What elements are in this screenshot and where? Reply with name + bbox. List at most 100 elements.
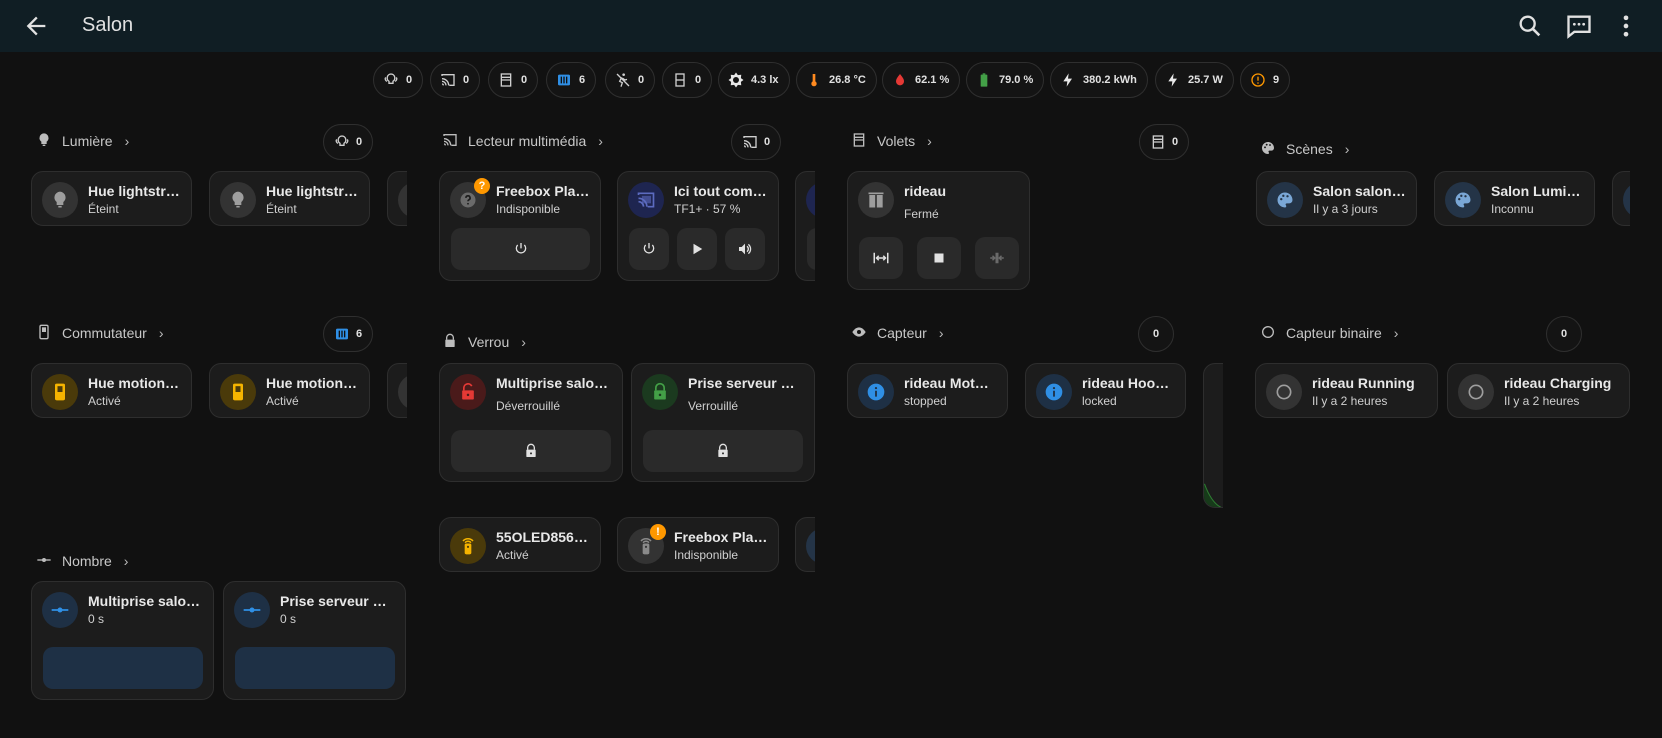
- card-state: Activé: [88, 394, 121, 408]
- remote-card[interactable]: ! Freebox Player Indisponible: [617, 517, 779, 572]
- card-name: Prise serveur Chambre: [688, 375, 804, 391]
- badge-media[interactable]: 0: [430, 62, 481, 98]
- cast-icon: [442, 132, 460, 150]
- information-icon: [858, 374, 894, 410]
- sensor-card[interactable]: rideau Motor State stopped: [847, 363, 1008, 418]
- remote-card[interactable]: 55OLED856/12 Activé: [439, 517, 601, 572]
- section-header-volets[interactable]: Volets ›: [851, 132, 932, 150]
- badge-value: 26.8 °C: [829, 74, 866, 86]
- section-header-media[interactable]: Lecteur multimédia ›: [442, 132, 603, 150]
- cast-connected-icon: [806, 182, 815, 218]
- power-button[interactable]: [807, 228, 815, 270]
- badge-covers[interactable]: 0: [488, 62, 539, 98]
- card-state: Fermé: [904, 207, 939, 221]
- badge-battery[interactable]: 79.0 %: [966, 62, 1045, 98]
- badge-lights[interactable]: 0: [373, 62, 424, 98]
- section-header-verrou[interactable]: Verrou ›: [442, 333, 526, 351]
- search-icon[interactable]: [1516, 12, 1544, 40]
- media-card-partial[interactable]: [795, 171, 815, 281]
- commutateur-count-badge[interactable]: 6: [323, 316, 374, 352]
- card-state: Verrouillé: [688, 399, 739, 413]
- badge-temperature[interactable]: 26.8 °C: [796, 62, 877, 98]
- switch-card-partial[interactable]: [387, 363, 407, 418]
- battery-icon: [975, 71, 993, 89]
- number-slider[interactable]: [43, 647, 203, 689]
- play-button[interactable]: [677, 228, 717, 270]
- badge-motion[interactable]: 0: [605, 62, 656, 98]
- badge-humidity[interactable]: 62.1 %: [882, 62, 961, 98]
- binaire-count-badge[interactable]: 0: [1546, 316, 1582, 352]
- light-card-partial[interactable]: [387, 171, 407, 226]
- card-name: Prise serveur Chambre: [280, 593, 395, 609]
- light-card[interactable]: Hue lightstrip plus Éteint: [209, 171, 370, 226]
- scene-card-partial[interactable]: [1612, 171, 1630, 226]
- power-button[interactable]: [451, 228, 590, 270]
- section-header-capteur[interactable]: Capteur ›: [851, 324, 943, 342]
- capteur-count-badge[interactable]: 0: [1138, 316, 1174, 352]
- number-card[interactable]: Prise serveur Chambre 0 s: [223, 581, 406, 700]
- badge-energy[interactable]: 380.2 kWh: [1050, 62, 1148, 98]
- stop-cover-button[interactable]: [917, 237, 961, 279]
- card-state: 0 s: [280, 612, 297, 626]
- badge-value: 0: [638, 74, 645, 86]
- sensor-card[interactable]: rideau Hooks State locked: [1025, 363, 1186, 418]
- card-state: Indisponible: [674, 548, 739, 562]
- card-name: Hue lightstrip plus: [266, 183, 359, 199]
- badge-value: 0: [521, 74, 528, 86]
- section-header-lumiere[interactable]: Lumière ›: [36, 132, 129, 150]
- section-header-binaire[interactable]: Capteur binaire ›: [1260, 324, 1398, 342]
- media-card[interactable]: Ici tout commence TF1+ · 57 %: [617, 171, 779, 281]
- media-count-badge[interactable]: 0: [731, 124, 782, 160]
- volume-button[interactable]: [725, 228, 765, 270]
- card-name: rideau Hooks State: [1082, 375, 1175, 391]
- more-vert-icon[interactable]: [1612, 12, 1640, 40]
- card-name: Ici tout commence: [674, 183, 768, 199]
- section-header-nombre[interactable]: Nombre ›: [36, 552, 128, 570]
- volets-count-badge[interactable]: 0: [1139, 124, 1190, 160]
- lumiere-count-badge[interactable]: 0: [323, 124, 374, 160]
- lock-card[interactable]: Prise serveur Chambre Verrouillé: [631, 363, 815, 482]
- chevron-right-icon: ›: [1393, 325, 1399, 341]
- badge-illuminance[interactable]: 4.3 lx: [718, 62, 790, 98]
- card-name: rideau Running: [1312, 375, 1415, 391]
- badge-power[interactable]: 25.7 W: [1155, 62, 1234, 98]
- power-button[interactable]: [629, 228, 669, 270]
- card-name: Salon salon exposition: [1313, 183, 1406, 199]
- bulb-icon: [398, 182, 407, 218]
- assist-chat-icon[interactable]: [1565, 12, 1593, 40]
- open-cover-button[interactable]: [859, 237, 903, 279]
- binary-sensor-card[interactable]: rideau Charging Il y a 2 heures: [1447, 363, 1630, 418]
- lock-card[interactable]: Multiprise salon Chambre Déverrouillé: [439, 363, 623, 482]
- scenes-cards-row: Salon salon exposition Il y a 3 jours Sa…: [1255, 170, 1630, 228]
- unlock-button[interactable]: [643, 430, 803, 472]
- light-card[interactable]: Hue lightstrip plus Éteint: [31, 171, 192, 226]
- section-title: Lumière: [62, 133, 113, 149]
- shutter-icon: [1150, 134, 1166, 150]
- switch-card[interactable]: Hue motion sensor Activé: [209, 363, 370, 418]
- scene-card[interactable]: Salon Lumineux Inconnu: [1434, 171, 1595, 226]
- card-name: rideau: [904, 183, 947, 199]
- media-card[interactable]: ? Freebox Player Indisponible: [439, 171, 601, 281]
- information-icon: [1036, 374, 1072, 410]
- section-header-scenes[interactable]: Scènes ›: [1260, 140, 1349, 158]
- binary-sensor-card[interactable]: rideau Running Il y a 2 heures: [1255, 363, 1438, 418]
- back-arrow-icon[interactable]: [22, 12, 50, 40]
- badge-alerts[interactable]: 9: [1240, 62, 1291, 98]
- badge-switches[interactable]: 6: [546, 62, 597, 98]
- remote-card-partial[interactable]: [795, 517, 815, 572]
- switch-card[interactable]: Hue motion sensor Activé: [31, 363, 192, 418]
- cast-icon: [742, 134, 758, 150]
- lock-button[interactable]: [451, 430, 611, 472]
- sensor-graph-card-partial[interactable]: [1203, 363, 1223, 508]
- light-switch-icon: [220, 374, 256, 410]
- close-cover-button[interactable]: [975, 237, 1019, 279]
- arrow-collapse-horizontal-icon: [988, 249, 1006, 267]
- section-header-commutateur[interactable]: Commutateur ›: [36, 324, 163, 342]
- page-title: Salon: [82, 14, 134, 36]
- number-slider[interactable]: [235, 647, 395, 689]
- cover-card[interactable]: rideau Fermé: [847, 171, 1030, 290]
- badge-doors[interactable]: 0: [662, 62, 713, 98]
- scene-card[interactable]: Salon salon exposition Il y a 3 jours: [1256, 171, 1417, 226]
- number-card[interactable]: Multiprise salon Chambre 0 s: [31, 581, 214, 700]
- section-title: Lecteur multimédia: [468, 133, 587, 149]
